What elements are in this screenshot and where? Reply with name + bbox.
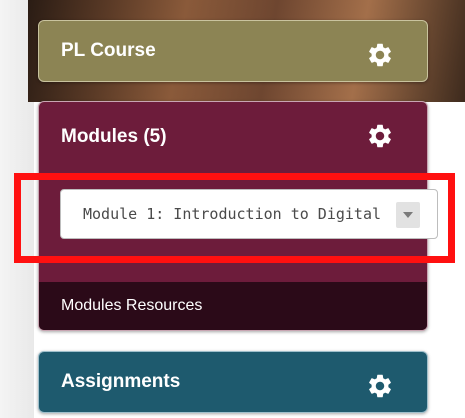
pl-course-panel[interactable]: PL Course <box>38 20 428 82</box>
gear-icon[interactable] <box>366 41 394 69</box>
pl-course-title[interactable]: PL Course <box>61 40 156 62</box>
module-select-value: Module 1: Introduction to Digital <box>83 205 382 223</box>
gear-icon[interactable] <box>366 372 394 400</box>
assignments-title[interactable]: Assignments <box>61 371 180 393</box>
modules-resources-link[interactable]: Modules Resources <box>61 297 202 315</box>
modules-resources-bar[interactable]: Modules Resources <box>39 282 427 330</box>
module-select[interactable]: Module 1: Introduction to Digital <box>60 189 438 239</box>
module-select-wrapper: Module 1: Introduction to Digital <box>60 189 438 239</box>
course-navigation-page: PL Course Modules (5) Modules Resources … <box>0 0 465 418</box>
assignments-panel[interactable]: Assignments <box>38 351 428 413</box>
modules-title[interactable]: Modules (5) <box>61 126 167 148</box>
gear-icon[interactable] <box>366 122 394 150</box>
select-arrow-button[interactable] <box>396 202 420 228</box>
chevron-down-icon <box>403 212 413 218</box>
